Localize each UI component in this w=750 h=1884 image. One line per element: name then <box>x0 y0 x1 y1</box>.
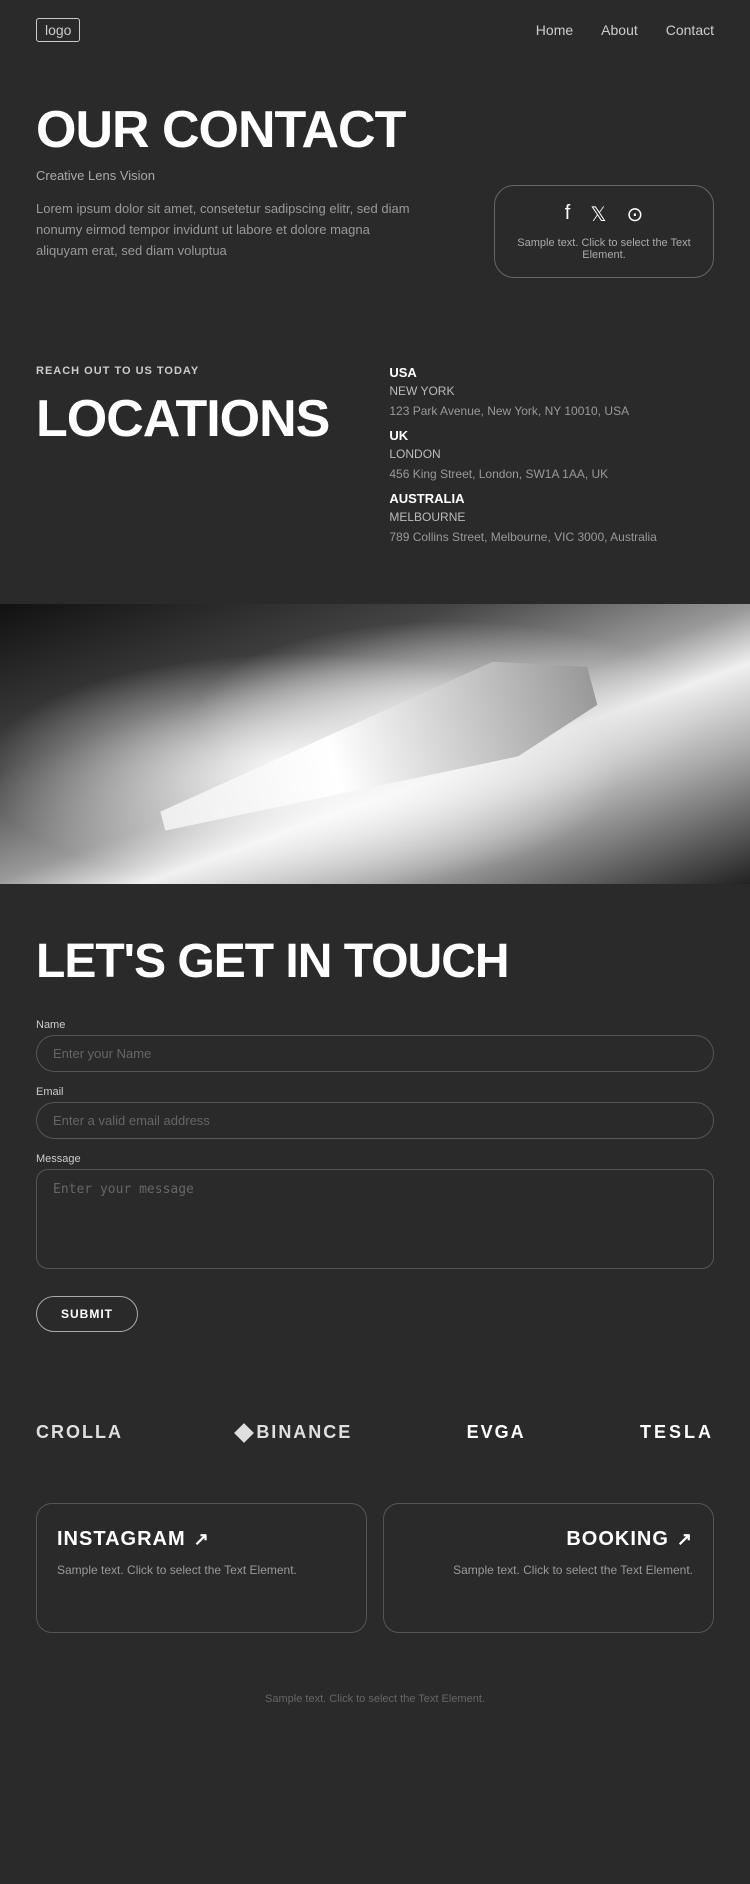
locations-section: REACH OUT TO US TODAY LOCATIONS USA NEW … <box>0 315 750 604</box>
brands-section: CROLLA BINANCE EVGA TESLA <box>0 1382 750 1483</box>
social-icons: f 𝕏 ⊙ <box>515 202 693 227</box>
message-input[interactable] <box>36 1169 714 1269</box>
brand-evga: EVGA <box>467 1422 526 1443</box>
location-uk: UK LONDON 456 King Street, London, SW1A … <box>389 428 714 483</box>
address-australia: 789 Collins Street, Melbourne, VIC 3000,… <box>389 528 714 546</box>
instagram-card[interactable]: INSTAGRAM ↗ Sample text. Click to select… <box>36 1503 367 1633</box>
facebook-icon[interactable]: f <box>565 202 571 227</box>
hero-title: OUR CONTACT <box>36 100 714 160</box>
locations-left: REACH OUT TO US TODAY LOCATIONS <box>36 365 329 554</box>
hero-image <box>0 604 750 884</box>
hero-description: Lorem ipsum dolor sit amet, consetetur s… <box>36 199 416 261</box>
instagram-card-text: Sample text. Click to select the Text El… <box>57 1561 346 1579</box>
address-usa: 123 Park Avenue, New York, NY 10010, USA <box>389 402 714 420</box>
name-group: Name <box>36 1019 714 1072</box>
hero-subtitle: Creative Lens Vision <box>36 168 714 183</box>
hero-section: OUR CONTACT Creative Lens Vision Lorem i… <box>0 60 750 315</box>
city-newyork: NEW YORK <box>389 384 714 398</box>
contact-section: LET'S GET IN TOUCH Name Email Message SU… <box>0 884 750 1382</box>
decorative-shape <box>145 639 605 850</box>
logo: logo <box>36 18 80 42</box>
cards-section: INSTAGRAM ↗ Sample text. Click to select… <box>0 1483 750 1673</box>
image-inner <box>0 604 750 884</box>
name-input[interactable] <box>36 1035 714 1072</box>
twitter-icon[interactable]: 𝕏 <box>590 202 606 227</box>
social-sample-text: Sample text. Click to select the Text El… <box>515 237 693 261</box>
country-uk: UK <box>389 428 714 443</box>
reach-label: REACH OUT TO US TODAY <box>36 365 329 377</box>
city-london: LONDON <box>389 447 714 461</box>
email-input[interactable] <box>36 1102 714 1139</box>
nav-contact[interactable]: Contact <box>666 22 714 38</box>
navigation: logo Home About Contact <box>0 0 750 60</box>
address-uk: 456 King Street, London, SW1A 1AA, UK <box>389 465 714 483</box>
message-label: Message <box>36 1153 714 1165</box>
brand-binance: BINANCE <box>237 1422 352 1443</box>
email-label: Email <box>36 1086 714 1098</box>
city-melbourne: MELBOURNE <box>389 510 714 524</box>
booking-card-text: Sample text. Click to select the Text El… <box>404 1561 693 1579</box>
country-australia: AUSTRALIA <box>389 491 714 506</box>
submit-button[interactable]: SUBMIT <box>36 1296 138 1332</box>
footer: Sample text. Click to select the Text El… <box>0 1673 750 1735</box>
footer-text: Sample text. Click to select the Text El… <box>36 1693 714 1705</box>
name-label: Name <box>36 1019 714 1031</box>
location-usa: USA NEW YORK 123 Park Avenue, New York, … <box>389 365 714 420</box>
nav-home[interactable]: Home <box>536 22 573 38</box>
instagram-icon[interactable]: ⊙ <box>626 202 643 227</box>
arrow-icon-booking: ↗ <box>677 1529 693 1550</box>
social-box: f 𝕏 ⊙ Sample text. Click to select the T… <box>494 185 714 278</box>
arrow-icon: ↗ <box>194 1529 210 1550</box>
binance-diamond-icon <box>234 1423 254 1443</box>
email-group: Email <box>36 1086 714 1139</box>
brand-tesla: TESLA <box>640 1422 714 1443</box>
location-australia: AUSTRALIA MELBOURNE 789 Collins Street, … <box>389 491 714 546</box>
booking-card[interactable]: BOOKING ↗ Sample text. Click to select t… <box>383 1503 714 1633</box>
message-group: Message <box>36 1153 714 1274</box>
country-usa: USA <box>389 365 714 380</box>
locations-right: USA NEW YORK 123 Park Avenue, New York, … <box>389 365 714 554</box>
nav-about[interactable]: About <box>601 22 638 38</box>
instagram-card-title: INSTAGRAM ↗ <box>57 1528 346 1551</box>
booking-card-title: BOOKING ↗ <box>404 1528 693 1551</box>
brand-crolla: CROLLA <box>36 1422 123 1443</box>
locations-title: LOCATIONS <box>36 389 329 449</box>
contact-title: LET'S GET IN TOUCH <box>36 934 714 989</box>
nav-links: Home About Contact <box>536 22 714 38</box>
